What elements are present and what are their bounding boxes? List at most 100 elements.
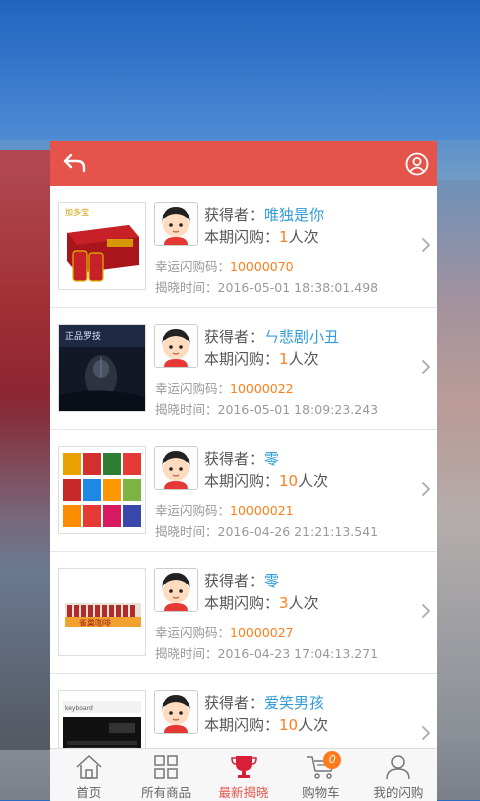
product-image: 雀巢咖啡 — [58, 568, 146, 656]
winner-name: 爱笑男孩 — [264, 694, 325, 712]
chevron-right-icon — [422, 360, 430, 374]
period-label: 本期闪购： — [204, 228, 280, 246]
reveal-time-label: 揭晓时间： — [155, 646, 218, 661]
winner-avatar — [154, 690, 198, 734]
winner-avatar — [154, 568, 198, 612]
tab-home[interactable]: 首页 — [50, 749, 127, 801]
period-label: 本期闪购： — [204, 716, 280, 734]
chevron-right-icon — [422, 604, 430, 618]
product-image — [58, 446, 146, 534]
period-line: 本期闪购：1人次 — [204, 348, 319, 369]
period-line: 本期闪购：3人次 — [204, 592, 319, 613]
back-arrow-icon[interactable] — [62, 151, 88, 175]
reveal-time-line: 揭晓时间：2016-04-23 17:04:13.271 — [155, 643, 378, 662]
winner-name: ㄣ悲剧小丑 — [264, 328, 340, 346]
tab-latest-reveal[interactable]: 最新揭晓 — [205, 749, 282, 801]
unit-label: 人次 — [298, 472, 329, 490]
winner-label: 获得者： — [204, 206, 265, 224]
user-circle-icon[interactable] — [405, 152, 429, 176]
period-line: 本期闪购：10人次 — [204, 470, 328, 491]
lucky-code-label: 幸运闪购码： — [155, 503, 231, 518]
period-label: 本期闪购： — [204, 472, 280, 490]
background-sky — [0, 0, 480, 140]
winner-name: 唯独是你 — [264, 206, 325, 224]
winner-list: 加多宝 获得者：唯独是你 本期闪购：1人次 幸运闪购码：10000070 揭晓时间：20… — [50, 186, 437, 748]
unit-label: 人次 — [288, 594, 319, 612]
tab-label: 首页 — [76, 785, 102, 800]
winner-name: 零 — [264, 572, 280, 590]
tab-cart[interactable]: 购物车 0 — [282, 749, 359, 801]
chevron-right-icon — [422, 482, 430, 496]
reveal-time-line: 揭晓时间：2016-05-01 18:38:01.498 — [155, 277, 378, 296]
participation-count: 3 — [279, 594, 289, 612]
winner-line: 获得者：爱笑男孩 — [204, 692, 324, 713]
reveal-time-label: 揭晓时间： — [155, 402, 218, 417]
reveal-time: 2016-04-26 21:21:13.541 — [217, 524, 379, 539]
reveal-time-label: 揭晓时间： — [155, 524, 218, 539]
winner-line: 获得者：零 — [204, 570, 279, 591]
winner-line: 获得者：唯独是你 — [204, 204, 324, 225]
lucky-code-label: 幸运闪购码： — [155, 381, 231, 396]
background-blur-right — [430, 180, 480, 740]
bottom-tab-bar: 首页 所有商品 最新揭晓 购物车 0 我的闪购 — [50, 748, 437, 801]
winner-line: 获得者：零 — [204, 448, 279, 469]
lucky-code: 10000022 — [230, 381, 294, 396]
lucky-code-line: 幸运闪购码：10000070 — [155, 256, 294, 275]
reveal-time: 2016-04-23 17:04:13.271 — [217, 646, 379, 661]
winner-list-item[interactable]: keyboard获得者：爱笑男孩本期闪购：10人次幸运闪购码：10000027 — [50, 674, 437, 748]
participation-count: 10 — [279, 716, 299, 734]
tab-all-products[interactable]: 所有商品 — [127, 749, 204, 801]
winner-list-item[interactable]: 加多宝 获得者：唯独是你 本期闪购：1人次 幸运闪购码：10000070 揭晓时间：20… — [50, 186, 437, 308]
lucky-code-line: 幸运闪购码：10000027 — [155, 622, 294, 641]
participation-count: 1 — [279, 228, 289, 246]
lucky-code: 10000027 — [230, 625, 294, 640]
unit-label: 人次 — [288, 228, 319, 246]
reveal-time: 2016-05-01 18:09:23.243 — [217, 402, 379, 417]
winner-line: 获得者：ㄣ悲剧小丑 — [204, 326, 339, 347]
winner-label: 获得者： — [204, 450, 265, 468]
tab-label: 最新揭晓 — [218, 785, 269, 800]
participation-count: 1 — [279, 350, 289, 368]
product-image: 正品罗技 — [58, 324, 146, 412]
winner-list-item[interactable]: 获得者：零 本期闪购：10人次 幸运闪购码：10000021 揭晓时间：2016-04… — [50, 430, 437, 552]
tab-my-account[interactable]: 我的闪购 — [360, 749, 437, 801]
reveal-time-line: 揭晓时间：2016-04-26 21:21:13.541 — [155, 521, 378, 540]
period-label: 本期闪购： — [204, 350, 280, 368]
svg-text:正品罗技: 正品罗技 — [65, 330, 101, 342]
reveal-time-line: 揭晓时间：2016-05-01 18:09:23.243 — [155, 399, 378, 418]
svg-text:雀巢咖啡: 雀巢咖啡 — [79, 618, 111, 628]
lucky-code: 10000070 — [230, 259, 294, 274]
lucky-code-label: 幸运闪购码： — [155, 259, 231, 274]
chevron-right-icon — [422, 238, 430, 252]
reveal-time: 2016-05-01 18:38:01.498 — [217, 280, 379, 295]
lucky-code-line: 幸运闪购码：10000021 — [155, 500, 294, 519]
winner-avatar — [154, 324, 198, 368]
winner-avatar — [154, 202, 198, 246]
chevron-right-icon — [422, 726, 430, 740]
period-line: 本期闪购：1人次 — [204, 226, 319, 247]
lucky-code-label: 幸运闪购码： — [155, 625, 231, 640]
product-image: keyboard — [58, 690, 146, 748]
unit-label: 人次 — [288, 350, 319, 368]
product-image: 加多宝 — [58, 202, 146, 290]
tab-label: 我的闪购 — [373, 785, 424, 800]
period-line: 本期闪购：10人次 — [204, 714, 328, 735]
main-panel: 加多宝 获得者：唯独是你 本期闪购：1人次 幸运闪购码：10000070 揭晓时间：20… — [50, 141, 437, 748]
winner-list-item[interactable]: 正品罗技 获得者：ㄣ悲剧小丑 本期闪购：1人次 幸运闪购码：10000022 揭晓时间：… — [50, 308, 437, 430]
winner-label: 获得者： — [204, 328, 265, 346]
top-bar — [50, 141, 437, 186]
winner-label: 获得者： — [204, 572, 265, 590]
lucky-code-line: 幸运闪购码：10000022 — [155, 378, 294, 397]
winner-label: 获得者： — [204, 694, 265, 712]
unit-label: 人次 — [298, 716, 329, 734]
cart-count-badge: 0 — [323, 751, 342, 769]
lucky-code: 10000021 — [230, 503, 294, 518]
winner-avatar — [154, 446, 198, 490]
reveal-time-label: 揭晓时间： — [155, 280, 218, 295]
tab-label: 所有商品 — [141, 785, 192, 800]
participation-count: 10 — [279, 472, 299, 490]
svg-text:keyboard: keyboard — [65, 705, 93, 712]
winner-name: 零 — [264, 450, 280, 468]
svg-text:加多宝: 加多宝 — [65, 207, 89, 217]
winner-list-item[interactable]: 雀巢咖啡 获得者：零 本期闪购：3人次 幸运闪购码：10000027 揭晓时间：2016… — [50, 552, 437, 674]
